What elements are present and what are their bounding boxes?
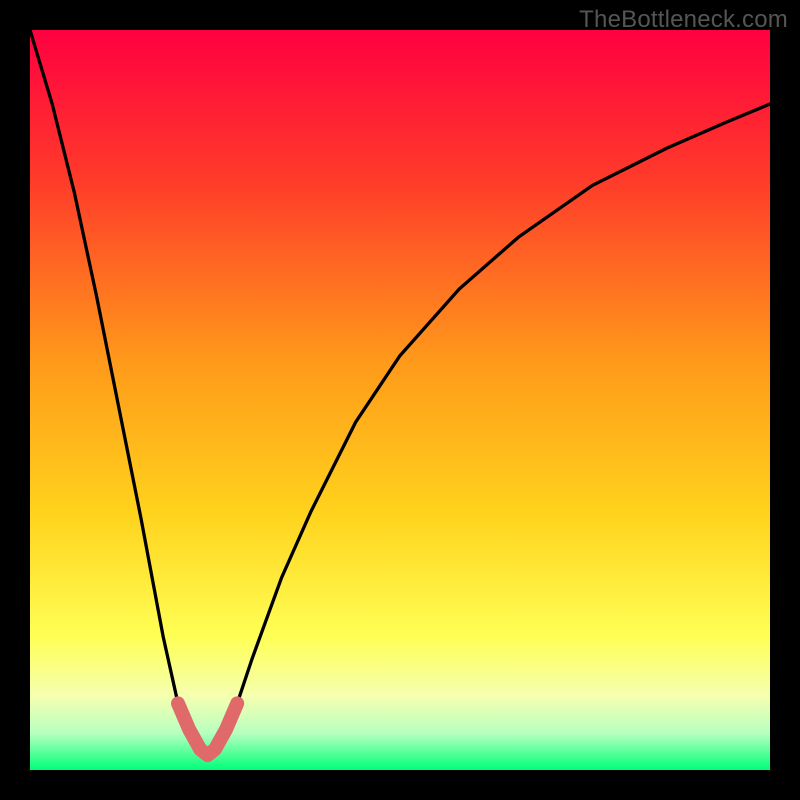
chart-frame: TheBottleneck.com [0,0,800,800]
watermark-text: TheBottleneck.com [579,6,788,34]
gradient-bg [30,30,770,770]
bottleneck-chart [30,30,770,770]
